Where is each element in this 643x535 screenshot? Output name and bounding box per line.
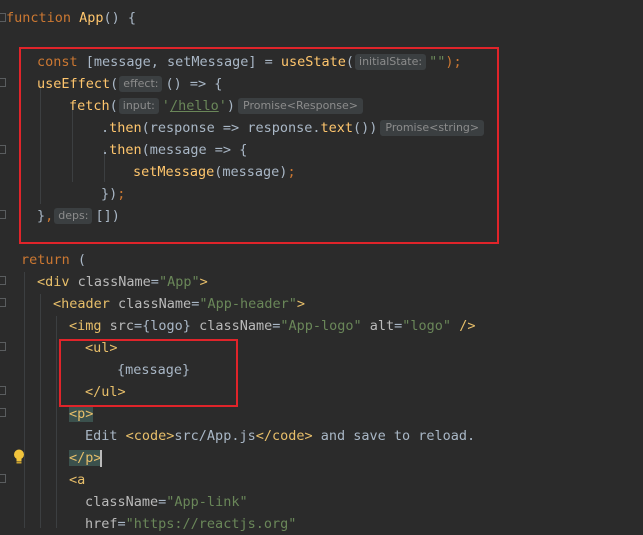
code-token: "logo" bbox=[402, 318, 452, 334]
code-token: className bbox=[69, 274, 151, 290]
code-line[interactable]: <a bbox=[0, 469, 643, 491]
code-token: className bbox=[85, 494, 159, 510]
code-token: <code> bbox=[125, 428, 175, 444]
code-token: "App-logo" bbox=[280, 318, 362, 334]
code-token: = bbox=[150, 274, 159, 290]
code-line[interactable]: className="App-link" bbox=[0, 491, 643, 513]
code-token: function bbox=[6, 10, 72, 26]
code-token: > bbox=[199, 274, 208, 290]
code-token: Edit bbox=[85, 428, 126, 444]
code-token: href bbox=[85, 516, 118, 532]
code-token: <img bbox=[69, 318, 102, 334]
code-token: () { bbox=[103, 10, 137, 26]
code-token: and save to reload. bbox=[312, 428, 476, 444]
code-editor[interactable]: function App() { const [message, setMess… bbox=[0, 0, 643, 532]
lightbulb-icon[interactable] bbox=[12, 448, 26, 466]
code-token: className bbox=[109, 296, 192, 312]
code-line[interactable]: return ( bbox=[0, 249, 643, 271]
matched-tag: </p> bbox=[69, 450, 102, 466]
code-token: "App-header" bbox=[199, 296, 297, 312]
code-token: ={logo} bbox=[134, 318, 191, 334]
code-token: = bbox=[117, 516, 126, 532]
code-token: "App" bbox=[158, 274, 200, 290]
code-token: return bbox=[21, 252, 70, 268]
highlight-box-useeffect bbox=[19, 47, 499, 244]
code-line[interactable]: </p> bbox=[0, 447, 643, 469]
code-token: <div bbox=[37, 274, 70, 290]
code-line[interactable]: Edit <code>src/App.js</code> and save to… bbox=[0, 425, 643, 447]
code-token: className bbox=[190, 318, 273, 334]
code-token: alt bbox=[361, 318, 395, 334]
code-token: src/App.js bbox=[174, 428, 256, 444]
matched-tag: <p> bbox=[69, 406, 94, 422]
highlight-box-ul bbox=[59, 339, 238, 407]
code-token: "App-link" bbox=[166, 494, 248, 510]
code-token: <header bbox=[53, 296, 110, 312]
code-token: ( bbox=[69, 252, 87, 268]
code-line[interactable]: <header className="App-header"> bbox=[0, 293, 643, 315]
code-line[interactable]: <img src={logo} className="App-logo" alt… bbox=[0, 315, 643, 337]
text-caret bbox=[100, 450, 102, 467]
code-token: </code> bbox=[255, 428, 313, 444]
code-token: /> bbox=[451, 318, 476, 334]
code-line[interactable]: function App() { bbox=[0, 7, 643, 29]
code-token: src bbox=[101, 318, 135, 334]
code-token: <a bbox=[69, 472, 86, 488]
code-line[interactable]: href="https://reactjs.org" bbox=[0, 513, 643, 535]
code-line[interactable]: <div className="App"> bbox=[0, 271, 643, 293]
code-token: "https://reactjs.org" bbox=[125, 516, 297, 532]
code-token: > bbox=[296, 296, 306, 312]
code-token: App bbox=[71, 10, 104, 26]
